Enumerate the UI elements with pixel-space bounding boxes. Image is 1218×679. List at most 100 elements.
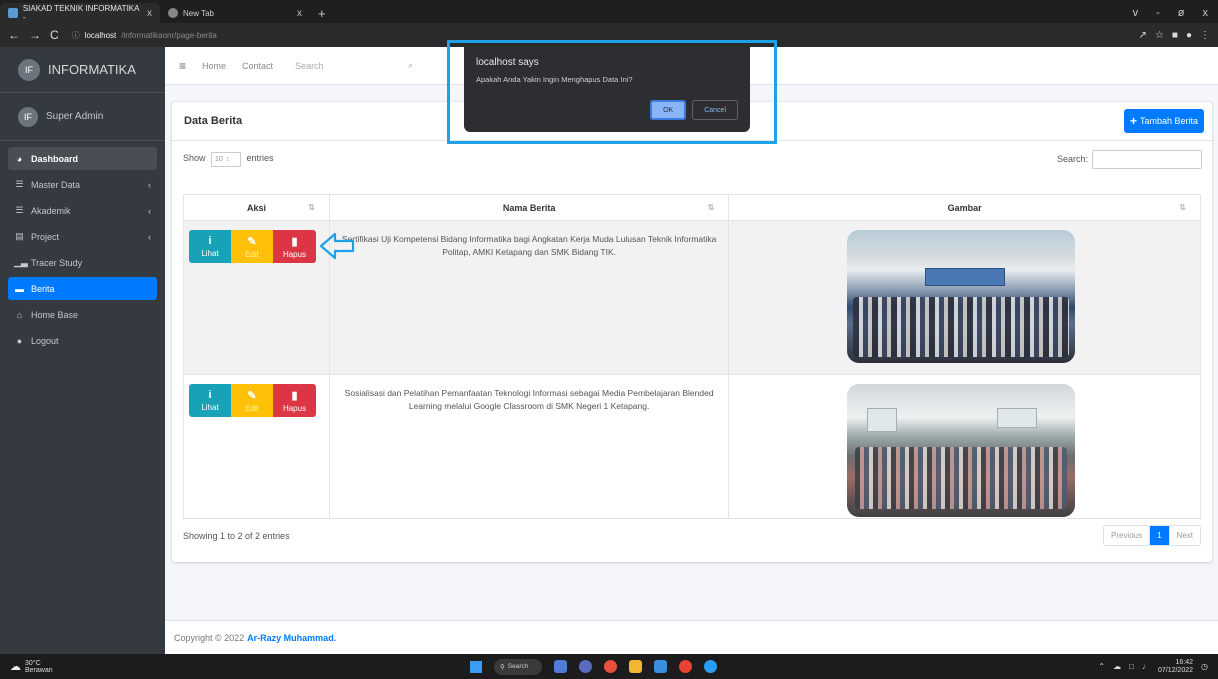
new-tab-button[interactable]: + (310, 3, 334, 23)
clock[interactable]: 16:42 07/12/2022 (1158, 659, 1193, 674)
taskbar-search[interactable]: ⚲ Search (494, 658, 542, 675)
user-panel[interactable]: IF Super Admin (0, 93, 165, 141)
back-icon[interactable]: ← (8, 28, 20, 42)
chevron-up-icon[interactable]: ⌃ (1098, 662, 1105, 671)
search-icon[interactable]: ⌕ (408, 60, 413, 71)
next-button[interactable]: Next (1170, 526, 1200, 545)
profile-icon[interactable]: ● (1186, 30, 1192, 41)
file-explorer-icon[interactable] (629, 660, 642, 673)
lihat-button[interactable]: i Lihat (189, 384, 231, 417)
column-header-aksi[interactable]: Aksi ⇅ (183, 194, 330, 221)
sidebar-nav: ◕ Dashboard ☰ Master Data ‹ ☰ Akademik ‹… (0, 141, 165, 361)
sidebar-item-logout[interactable]: ● Logout (8, 329, 157, 352)
brand-logo: IF (18, 58, 40, 81)
browser-tab-newtab[interactable]: New Tab x (160, 3, 310, 23)
sidepanel-icon[interactable]: ■ (1172, 30, 1178, 41)
sidebar-item-project[interactable]: ▤ Project ‹ (8, 225, 157, 248)
sidebar-item-label: Home Base (31, 309, 79, 320)
close-window-button[interactable]: x (1203, 7, 1209, 19)
column-header-nama-berita[interactable]: Nama Berita ⇅ (328, 194, 730, 221)
edge-browser-icon[interactable] (704, 660, 717, 673)
nav-link-home[interactable]: Home (202, 61, 226, 71)
sidebar-item-akademik[interactable]: ☰ Akademik ‹ (8, 199, 157, 222)
hapus-button[interactable]: ▮ Hapus (273, 230, 316, 263)
edit-button[interactable]: ✎ Edit (231, 230, 273, 263)
browser-toolbar-icons: ↗ ☆ ■ ● ⋮ (1139, 30, 1210, 41)
display-icon[interactable]: □ (1129, 662, 1134, 671)
weather-widget[interactable]: ☁ 30°C Berawan (0, 660, 150, 674)
select-caret-icon: ↕ (225, 155, 230, 163)
sidebar-item-berita[interactable]: ▬ Berita (8, 277, 157, 300)
chart-icon: ▁▃ (14, 257, 28, 267)
chrome-icon[interactable] (679, 660, 692, 673)
add-berita-button[interactable]: + Tambah Berita (1123, 109, 1204, 133)
action-buttons: i Lihat ✎ Edit ▮ Hapus (184, 375, 329, 417)
table-search-input[interactable] (1092, 149, 1202, 169)
column-header-gambar[interactable]: Gambar ⇅ (728, 194, 1201, 221)
logout-icon: ● (16, 335, 23, 346)
network-icon[interactable]: ☁ (1113, 662, 1121, 671)
tab-title: SIAKAD TEKNIK INFORMATIKA - (22, 4, 140, 22)
brand-link[interactable]: IF INFORMATIKA (0, 47, 165, 93)
sidebar-item-home-base[interactable]: ⌂ Home Base (8, 303, 157, 326)
taskbar: ☁ 30°C Berawan ⚲ Search ⌃ ☁ □ ♩ 16:42 07… (0, 654, 1218, 679)
tab-search-icon[interactable]: v (1133, 7, 1139, 19)
nav-link-contact[interactable]: Contact (242, 61, 273, 71)
task-view-icon[interactable] (554, 660, 567, 673)
gambar-cell (728, 374, 1201, 519)
sidebar-item-master-data[interactable]: ☰ Master Data ‹ (8, 173, 157, 196)
store-icon[interactable] (654, 660, 667, 673)
sidebar-item-label: Tracer Study (31, 257, 83, 268)
navbar-search-input[interactable]: Search ⌕ (289, 56, 419, 76)
edit-icon: ✎ (247, 235, 257, 248)
database-icon: ▤ (15, 231, 24, 241)
edit-label: Edit (245, 249, 259, 259)
entries-label: entries (246, 152, 274, 163)
bookmark-star-icon[interactable]: ☆ (1155, 30, 1164, 41)
edit-button[interactable]: ✎ Edit (231, 384, 273, 417)
previous-button[interactable]: Previous (1104, 526, 1151, 545)
reload-icon[interactable]: C (50, 28, 59, 42)
table-header-row: Aksi ⇅ Nama Berita ⇅ Gambar ⇅ (183, 194, 1201, 221)
action-buttons: i Lihat ✎ Edit ▮ Hapus (184, 221, 355, 263)
lihat-button[interactable]: i Lihat (189, 230, 231, 263)
edge-icon[interactable] (604, 660, 617, 673)
page-1-button[interactable]: 1 (1150, 526, 1170, 545)
whiteboard (997, 408, 1038, 428)
hapus-button[interactable]: ▮ Hapus (273, 384, 316, 417)
tab-close-icon[interactable]: x (147, 8, 152, 19)
entries-select[interactable]: 10 ↕ (211, 151, 242, 167)
sidebar-item-dashboard[interactable]: ◕ Dashboard (8, 147, 157, 170)
dashboard-icon: ◕ (16, 153, 23, 164)
sidebar-item-label: Akademik (31, 205, 71, 216)
sort-icon: ⇅ (1179, 203, 1186, 212)
windows-start-icon[interactable] (470, 660, 482, 673)
share-icon[interactable]: ↗ (1139, 30, 1147, 41)
notification-icon[interactable]: ◷ (1201, 662, 1208, 671)
minimize-button[interactable]: - (1156, 7, 1160, 19)
sort-icon: ⇅ (707, 203, 715, 212)
author-link[interactable]: Ar-Razy Muhammad. (247, 633, 336, 643)
tab-close-icon[interactable]: x (297, 8, 302, 19)
volume-icon[interactable]: ♩ (1142, 662, 1150, 671)
entries-select-value: 10 (215, 155, 223, 163)
restore-button[interactable]: ø (1178, 7, 1185, 19)
hamburger-menu-icon[interactable]: ≡ (179, 59, 186, 73)
weather-text: 30°C Berawan (25, 660, 53, 674)
sidebar-item-tracer-study[interactable]: ▁▃ Tracer Study (8, 251, 157, 274)
more-icon[interactable]: ⋮ (1200, 30, 1210, 41)
chat-icon[interactable] (579, 660, 592, 673)
forward-icon[interactable]: → (29, 28, 41, 42)
info-icon: i (208, 389, 212, 401)
aksi-cell: i Lihat ✎ Edit ▮ Hapus (183, 220, 355, 375)
annotation-arrow-icon (319, 232, 355, 260)
avatar: IF (18, 106, 38, 127)
sidebar-item-label: Logout (31, 335, 59, 346)
trash-icon: ▮ (291, 389, 298, 402)
gambar-cell (728, 220, 1201, 375)
berita-image (847, 384, 1076, 517)
column-header-label: Gambar (947, 202, 982, 213)
lihat-label: Lihat (201, 249, 219, 258)
list-icon: ☰ (15, 179, 24, 189)
browser-tab-siakad[interactable]: SIAKAD TEKNIK INFORMATIKA - x (0, 3, 160, 23)
